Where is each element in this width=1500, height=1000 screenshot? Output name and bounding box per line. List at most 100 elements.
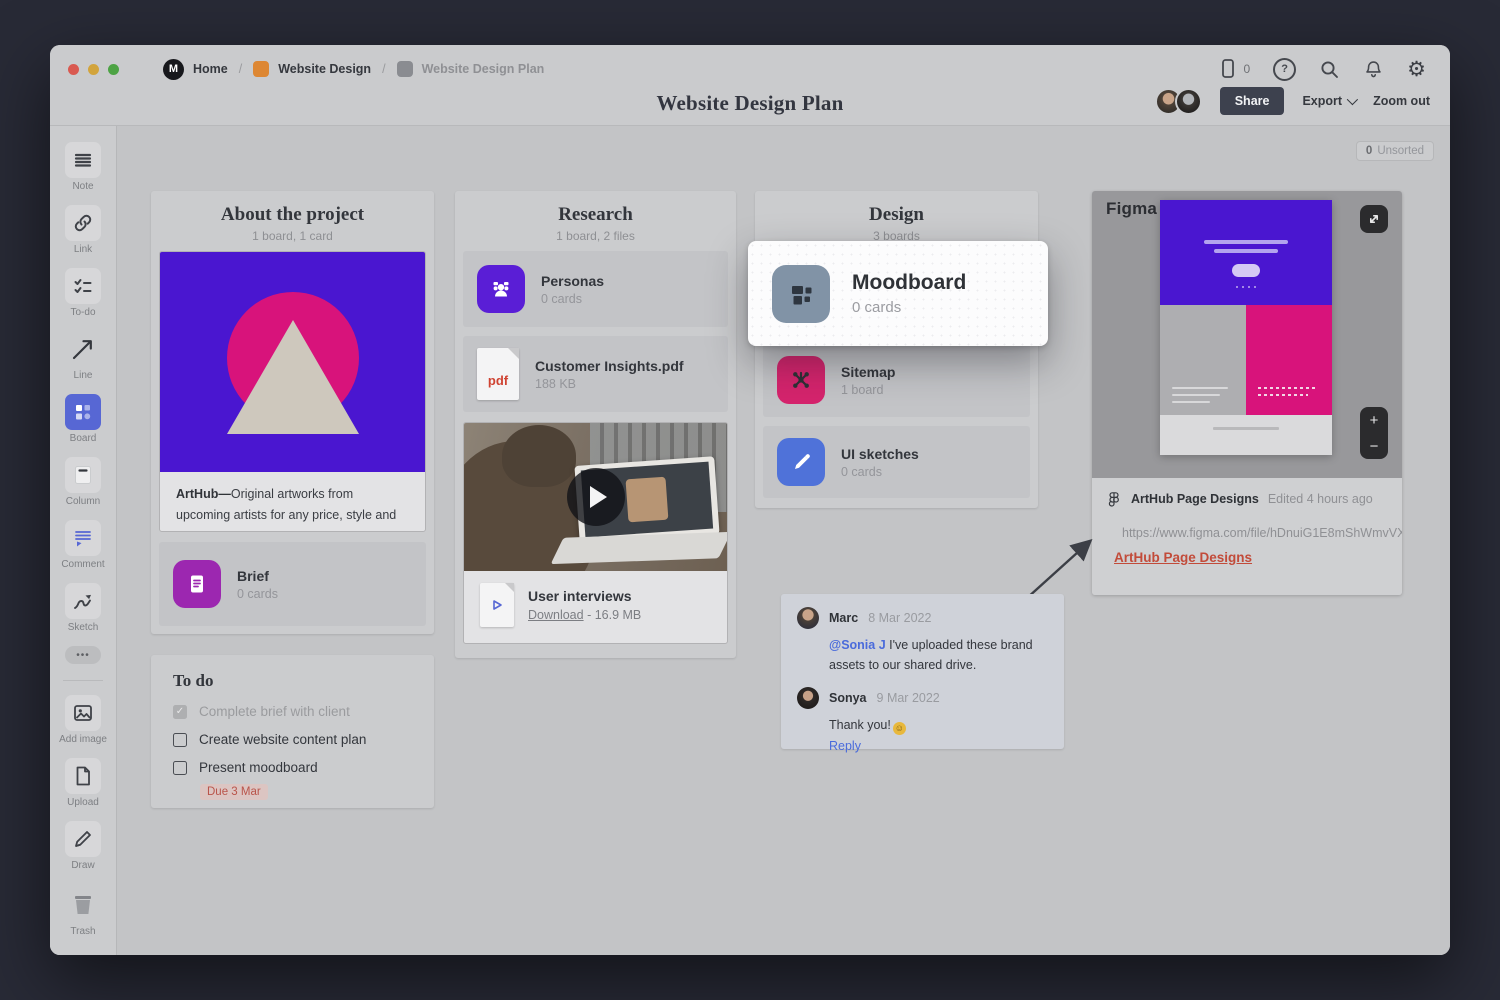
- figma-preview[interactable]: Figma: [1092, 191, 1402, 478]
- tool-label: Note: [72, 181, 93, 192]
- app-logo[interactable]: M: [163, 59, 184, 80]
- checkbox-unchecked[interactable]: [173, 761, 187, 775]
- sidebar-item-add-image[interactable]: Add image: [59, 695, 107, 745]
- todo-title: To do: [173, 671, 412, 691]
- artwork-triangle: [227, 320, 359, 434]
- add-image-icon: [65, 695, 101, 731]
- board-canvas[interactable]: Note Link To-do Line Board Column: [50, 126, 1450, 955]
- board-row-sitemap[interactable]: Sitemap 1 board: [763, 343, 1030, 417]
- figma-logo-icon: [1106, 491, 1122, 507]
- download-link[interactable]: Download: [528, 608, 584, 622]
- figma-url[interactable]: https://www.figma.com/file/hDnuiG1E8mShW…: [1122, 526, 1402, 540]
- toolbox-sidebar: Note Link To-do Line Board Column: [50, 126, 117, 955]
- checkbox-unchecked[interactable]: [173, 733, 187, 747]
- minimize-window-button[interactable]: [88, 64, 99, 75]
- sitemap-board-icon: [777, 356, 825, 404]
- column-subtitle: 1 board, 2 files: [455, 229, 736, 243]
- breadcrumb: M Home / Website Design / Website Design…: [163, 59, 544, 80]
- sidebar-item-sketch[interactable]: Sketch: [65, 583, 101, 633]
- sidebar-item-board[interactable]: Board: [65, 394, 101, 444]
- phone-icon: [1218, 58, 1238, 80]
- board-meta: 1 board: [841, 383, 895, 397]
- avatar: [797, 607, 819, 629]
- sidebar-item-upload[interactable]: Upload: [65, 758, 101, 808]
- tool-label: Link: [74, 244, 92, 255]
- avatar: [1175, 88, 1202, 115]
- collaborator-avatars[interactable]: [1155, 88, 1202, 115]
- file-size: 188 KB: [535, 377, 684, 391]
- todo-item[interactable]: Present moodboard: [173, 760, 412, 775]
- preview-pink-block: [1246, 305, 1332, 415]
- sidebar-item-link[interactable]: Link: [65, 205, 101, 255]
- board-meta: 0 cards: [852, 299, 966, 316]
- board-row-brief[interactable]: Brief 0 cards: [159, 542, 426, 626]
- figma-page-preview: [1160, 200, 1332, 455]
- device-count: 0: [1243, 62, 1250, 76]
- todo-item[interactable]: Create website content plan: [173, 732, 412, 747]
- play-button[interactable]: [567, 468, 625, 526]
- figma-wordmark: Figma: [1106, 199, 1157, 219]
- expand-button[interactable]: [1360, 205, 1388, 233]
- figma-card-footer: ArtHub Page Designs Edited 4 hours ago h…: [1092, 478, 1402, 595]
- sidebar-item-note[interactable]: Note: [65, 142, 101, 192]
- chevron-down-icon: [1347, 94, 1358, 105]
- todo-card[interactable]: To do ✓ Complete brief with client Creat…: [151, 655, 434, 808]
- reply-link[interactable]: Reply: [829, 739, 1048, 753]
- file-row-pdf[interactable]: pdf Customer Insights.pdf 188 KB: [463, 336, 728, 412]
- maximize-window-button[interactable]: [108, 64, 119, 75]
- column-design[interactable]: Design 3 boards Sitemap 1 board UI sketc…: [755, 191, 1038, 508]
- video-card[interactable]: User interviews Download - 16.9 MB: [463, 422, 728, 644]
- zoom-out-button[interactable]: Zoom out: [1373, 94, 1430, 108]
- sidebar-item-trash[interactable]: Trash: [65, 887, 101, 937]
- unsorted-badge[interactable]: 0 Unsorted: [1356, 141, 1434, 161]
- notifications-button[interactable]: [1363, 59, 1384, 80]
- breadcrumb-home[interactable]: Home: [193, 62, 228, 76]
- preview-footer-section: [1160, 415, 1332, 455]
- mention-link[interactable]: @Sonia J: [829, 638, 886, 652]
- zoom-out-button[interactable]: −: [1360, 433, 1388, 459]
- sidebar-item-column[interactable]: Column: [65, 457, 101, 507]
- sidebar-item-todo[interactable]: To-do: [65, 268, 101, 318]
- sidebar-item-comment[interactable]: Comment: [61, 520, 104, 570]
- sidebar-item-draw[interactable]: Draw: [65, 821, 101, 871]
- board-title: Personas: [541, 273, 604, 289]
- figma-doc-title: ArtHub Page Designs: [1131, 492, 1259, 506]
- column-research[interactable]: Research 1 board, 2 files Personas 0 car…: [455, 191, 736, 658]
- sidebar-item-line[interactable]: Line: [65, 331, 101, 381]
- image-note-card[interactable]: ArtHub—Original artworks from upcoming a…: [159, 251, 426, 532]
- mobile-devices-button[interactable]: 0: [1218, 58, 1250, 80]
- figma-embed-card[interactable]: Figma: [1092, 191, 1402, 595]
- moodboard-drag-card[interactable]: Moodboard 0 cards: [748, 241, 1048, 346]
- todo-item-label: Complete brief with client: [199, 704, 350, 719]
- todo-item[interactable]: ✓ Complete brief with client: [173, 704, 412, 719]
- comment-body-text: Thank you!: [829, 718, 891, 732]
- column-subtitle: 1 board, 1 card: [151, 229, 434, 243]
- video-file-icon: [480, 583, 514, 627]
- board-meta: 0 cards: [841, 465, 919, 479]
- preview-hero-section: [1160, 200, 1332, 305]
- column-title: About the project: [151, 204, 434, 226]
- breadcrumb-website-design[interactable]: Website Design: [278, 62, 371, 76]
- more-tools-button[interactable]: •••: [65, 646, 101, 664]
- figma-doc-link[interactable]: ArtHub Page Designs: [1114, 550, 1388, 565]
- tool-label: Draw: [71, 860, 94, 871]
- comment-thread-card[interactable]: Marc 8 Mar 2022 @Sonia J I've uploaded t…: [781, 594, 1064, 749]
- play-icon: [590, 486, 607, 508]
- help-icon[interactable]: ?: [1273, 58, 1296, 81]
- file-title: Customer Insights.pdf: [535, 358, 684, 374]
- close-window-button[interactable]: [68, 64, 79, 75]
- laptop-keyboard: [551, 532, 727, 564]
- search-button[interactable]: [1319, 59, 1340, 80]
- column-about-the-project[interactable]: About the project 1 board, 1 card ArtHub…: [151, 191, 434, 634]
- pdf-file-icon: pdf: [477, 348, 519, 400]
- video-title: User interviews: [528, 588, 641, 604]
- share-button[interactable]: Share: [1220, 87, 1285, 115]
- checkbox-checked[interactable]: ✓: [173, 705, 187, 719]
- board-row-personas[interactable]: Personas 0 cards: [463, 251, 728, 327]
- settings-gear-icon[interactable]: ⚙: [1407, 59, 1426, 80]
- app-window: M Home / Website Design / Website Design…: [50, 45, 1450, 955]
- export-button[interactable]: Export: [1302, 94, 1355, 108]
- zoom-in-button[interactable]: +: [1360, 407, 1388, 433]
- board-row-ui-sketches[interactable]: UI sketches 0 cards: [763, 426, 1030, 498]
- draw-pencil-icon: [65, 821, 101, 857]
